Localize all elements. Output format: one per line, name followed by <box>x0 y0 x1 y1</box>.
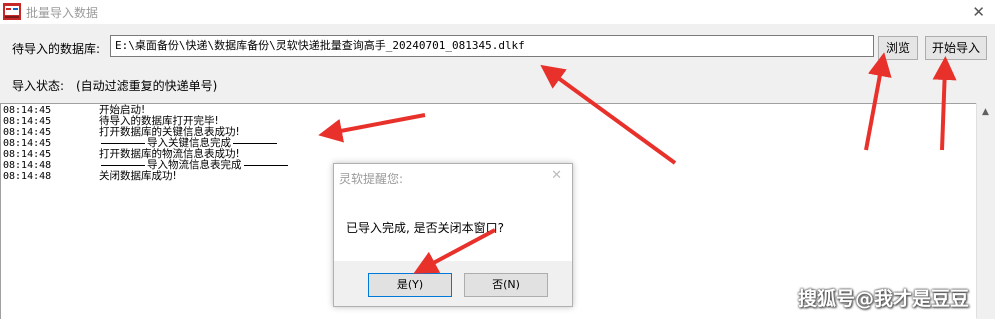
log-time: 08:14:45 <box>3 149 52 160</box>
confirm-dialog: 灵软提醒您: ✕ 已导入完成, 是否关闭本窗口? 是(Y) 否(N) <box>333 163 573 307</box>
log-scrollbar[interactable]: ▲ <box>976 103 995 318</box>
close-icon[interactable]: ✕ <box>972 3 985 21</box>
close-icon[interactable]: ✕ <box>551 168 562 183</box>
browse-button[interactable]: 浏览 <box>878 36 918 60</box>
separator-line <box>101 164 145 166</box>
database-label: 待导入的数据库: <box>12 42 101 56</box>
watermark: 搜狐号@我才是豆豆 <box>798 288 970 310</box>
start-import-button[interactable]: 开始导入 <box>925 36 987 60</box>
log-message: 关闭数据库成功! <box>99 170 177 182</box>
window-title: 批量导入数据 <box>26 6 99 20</box>
log-time: 08:14:45 <box>3 138 52 149</box>
dialog-title: 灵软提醒您: <box>339 172 404 186</box>
log-time: 08:14:48 <box>3 171 52 182</box>
log-time: 08:14:45 <box>3 127 52 138</box>
log-time: 08:14:45 <box>3 105 52 116</box>
yes-button[interactable]: 是(Y) <box>368 273 452 297</box>
separator-line <box>101 142 145 144</box>
no-button[interactable]: 否(N) <box>464 273 548 297</box>
separator-line <box>233 142 277 144</box>
app-icon <box>3 3 21 20</box>
import-status-text: (自动过滤重复的快递单号) <box>76 79 218 93</box>
dialog-footer: 是(Y) 否(N) <box>334 261 572 306</box>
separator-line <box>243 164 288 166</box>
database-path-input[interactable]: E:\桌面备份\快递\数据库备份\灵软快递批量查询高手_20240701_081… <box>110 35 874 57</box>
dialog-message: 已导入完成, 是否关闭本窗口? <box>346 221 504 235</box>
log-time: 08:14:45 <box>3 116 52 127</box>
scroll-up-icon[interactable]: ▲ <box>982 107 989 117</box>
import-status-label: 导入状态: <box>12 79 65 93</box>
log-time: 08:14:48 <box>3 160 52 171</box>
title-bar: 批量导入数据 ✕ <box>0 0 995 24</box>
